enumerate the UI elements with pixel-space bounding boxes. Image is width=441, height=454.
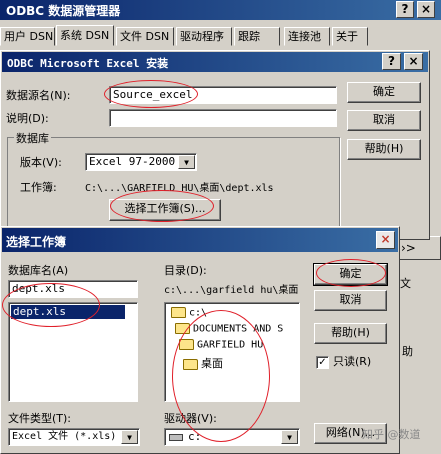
excel-setup-titlebar[interactable]: ODBC Microsoft Excel 安装 ? × xyxy=(2,52,428,72)
file-listbox[interactable]: dept.xls xyxy=(8,302,138,402)
select-workbook-close-button[interactable]: × xyxy=(376,231,395,249)
excel-setup-help-button[interactable]: ? xyxy=(382,53,401,70)
partial-label-right-1: 文 xyxy=(400,277,411,290)
select-workbook-ok-button[interactable]: 确定 xyxy=(313,263,388,286)
odbc-admin-titlebar[interactable]: ODBC 数据源管理器 ? × xyxy=(0,0,441,20)
tree-item-documents[interactable]: DOCUMENTS AND S xyxy=(175,323,283,335)
workbook-path: C:\...\GARFIELD HU\桌面\dept.xls xyxy=(85,183,274,194)
workbook-label: 工作簿: xyxy=(20,181,57,194)
excel-setup-help-btn[interactable]: 帮助(H) xyxy=(347,139,421,160)
select-workbook-dialog: 选择工作簿 × 数据库名(A) dept.xls dept.xls 目录(D):… xyxy=(0,226,400,454)
directory-tree[interactable]: c:\ DOCUMENTS AND S GARFIELD HU 桌面 xyxy=(164,302,300,402)
excel-setup-dialog: ODBC Microsoft Excel 安装 ? × 数据源名(N): Sou… xyxy=(0,50,430,240)
checkmark-icon: ✓ xyxy=(316,355,329,369)
dsn-input[interactable]: Source_excel xyxy=(109,86,337,104)
select-workbook-titlebar[interactable]: 选择工作簿 × xyxy=(2,228,398,252)
dbname-input[interactable]: dept.xls xyxy=(8,280,138,298)
tab-tracing[interactable]: 跟踪 xyxy=(234,27,280,46)
dsn-label: 数据源名(N): xyxy=(6,89,71,102)
open-folder-icon xyxy=(179,339,194,350)
odbc-admin-help-button[interactable]: ? xyxy=(396,1,414,18)
excel-setup-title: ODBC Microsoft Excel 安装 xyxy=(7,57,169,70)
readonly-checkbox[interactable]: ✓ 只读(R) xyxy=(316,353,371,369)
tab-drivers[interactable]: 驱动程序 xyxy=(176,27,232,46)
version-label: 版本(V): xyxy=(20,156,62,169)
odbc-admin-title: ODBC 数据源管理器 xyxy=(6,4,121,18)
tree-item-root[interactable]: c:\ xyxy=(171,307,207,319)
open-folder-icon xyxy=(171,307,186,318)
open-folder-icon xyxy=(175,323,190,334)
odbc-admin-tabs: 用户 DSN 系统 DSN 文件 DSN 驱动程序 跟踪 连接池 关于 xyxy=(0,25,441,46)
filetype-label: 文件类型(T): xyxy=(8,412,72,425)
partial-label-right-2: 助 xyxy=(402,345,413,358)
directory-path: c:\...\garfield hu\桌面 xyxy=(164,285,299,296)
version-combo-value: Excel 97-2000 xyxy=(89,155,176,168)
select-workbook-title: 选择工作簿 xyxy=(6,235,67,249)
excel-setup-cancel-button[interactable]: 取消 xyxy=(347,110,421,131)
tab-user-dsn[interactable]: 用户 DSN xyxy=(0,27,55,46)
chevron-down-icon[interactable]: ▼ xyxy=(281,430,298,444)
tab-file-dsn[interactable]: 文件 DSN xyxy=(116,27,174,46)
description-label: 说明(D): xyxy=(6,112,49,125)
filetype-combo-value: Excel 文件 (*.xls) xyxy=(12,431,117,442)
odbc-admin-close-button[interactable]: × xyxy=(417,1,435,18)
drive-combo[interactable]: c: ▼ xyxy=(164,428,300,446)
file-list-item[interactable]: dept.xls xyxy=(11,305,125,319)
open-folder-icon xyxy=(183,358,198,370)
readonly-label: 只读(R) xyxy=(333,355,372,368)
tab-about[interactable]: 关于 xyxy=(332,27,368,46)
filetype-combo[interactable]: Excel 文件 (*.xls) ▼ xyxy=(8,428,140,446)
database-group-label: 数据库 xyxy=(14,130,51,146)
tab-system-dsn[interactable]: 系统 DSN xyxy=(56,25,114,46)
drive-combo-value: c: xyxy=(188,430,202,443)
select-workbook-help-button[interactable]: 帮助(H) xyxy=(314,323,387,344)
version-combo[interactable]: Excel 97-2000 ▼ xyxy=(85,153,197,171)
chevron-down-icon[interactable]: ▼ xyxy=(178,155,195,169)
tree-item-garfield[interactable]: GARFIELD HU xyxy=(179,339,263,351)
description-input[interactable] xyxy=(109,109,337,127)
tree-item-desktop[interactable]: 桌面 xyxy=(183,355,223,371)
drive-label: 驱动器(V): xyxy=(164,412,217,425)
select-workbook-cancel-button[interactable]: 取消 xyxy=(314,290,387,311)
excel-setup-close-button[interactable]: × xyxy=(404,53,423,70)
tab-connection-pooling[interactable]: 连接池 xyxy=(284,27,330,46)
watermark-text: 知乎 @数道 xyxy=(362,428,421,441)
chevron-down-icon[interactable]: ▼ xyxy=(121,430,138,444)
select-workbook-button[interactable]: 选择工作簿(S)... xyxy=(109,199,221,221)
drive-icon xyxy=(169,434,183,441)
directory-label: 目录(D): xyxy=(164,264,207,277)
excel-setup-ok-button[interactable]: 确定 xyxy=(347,82,421,103)
dbname-label: 数据库名(A) xyxy=(8,264,69,277)
